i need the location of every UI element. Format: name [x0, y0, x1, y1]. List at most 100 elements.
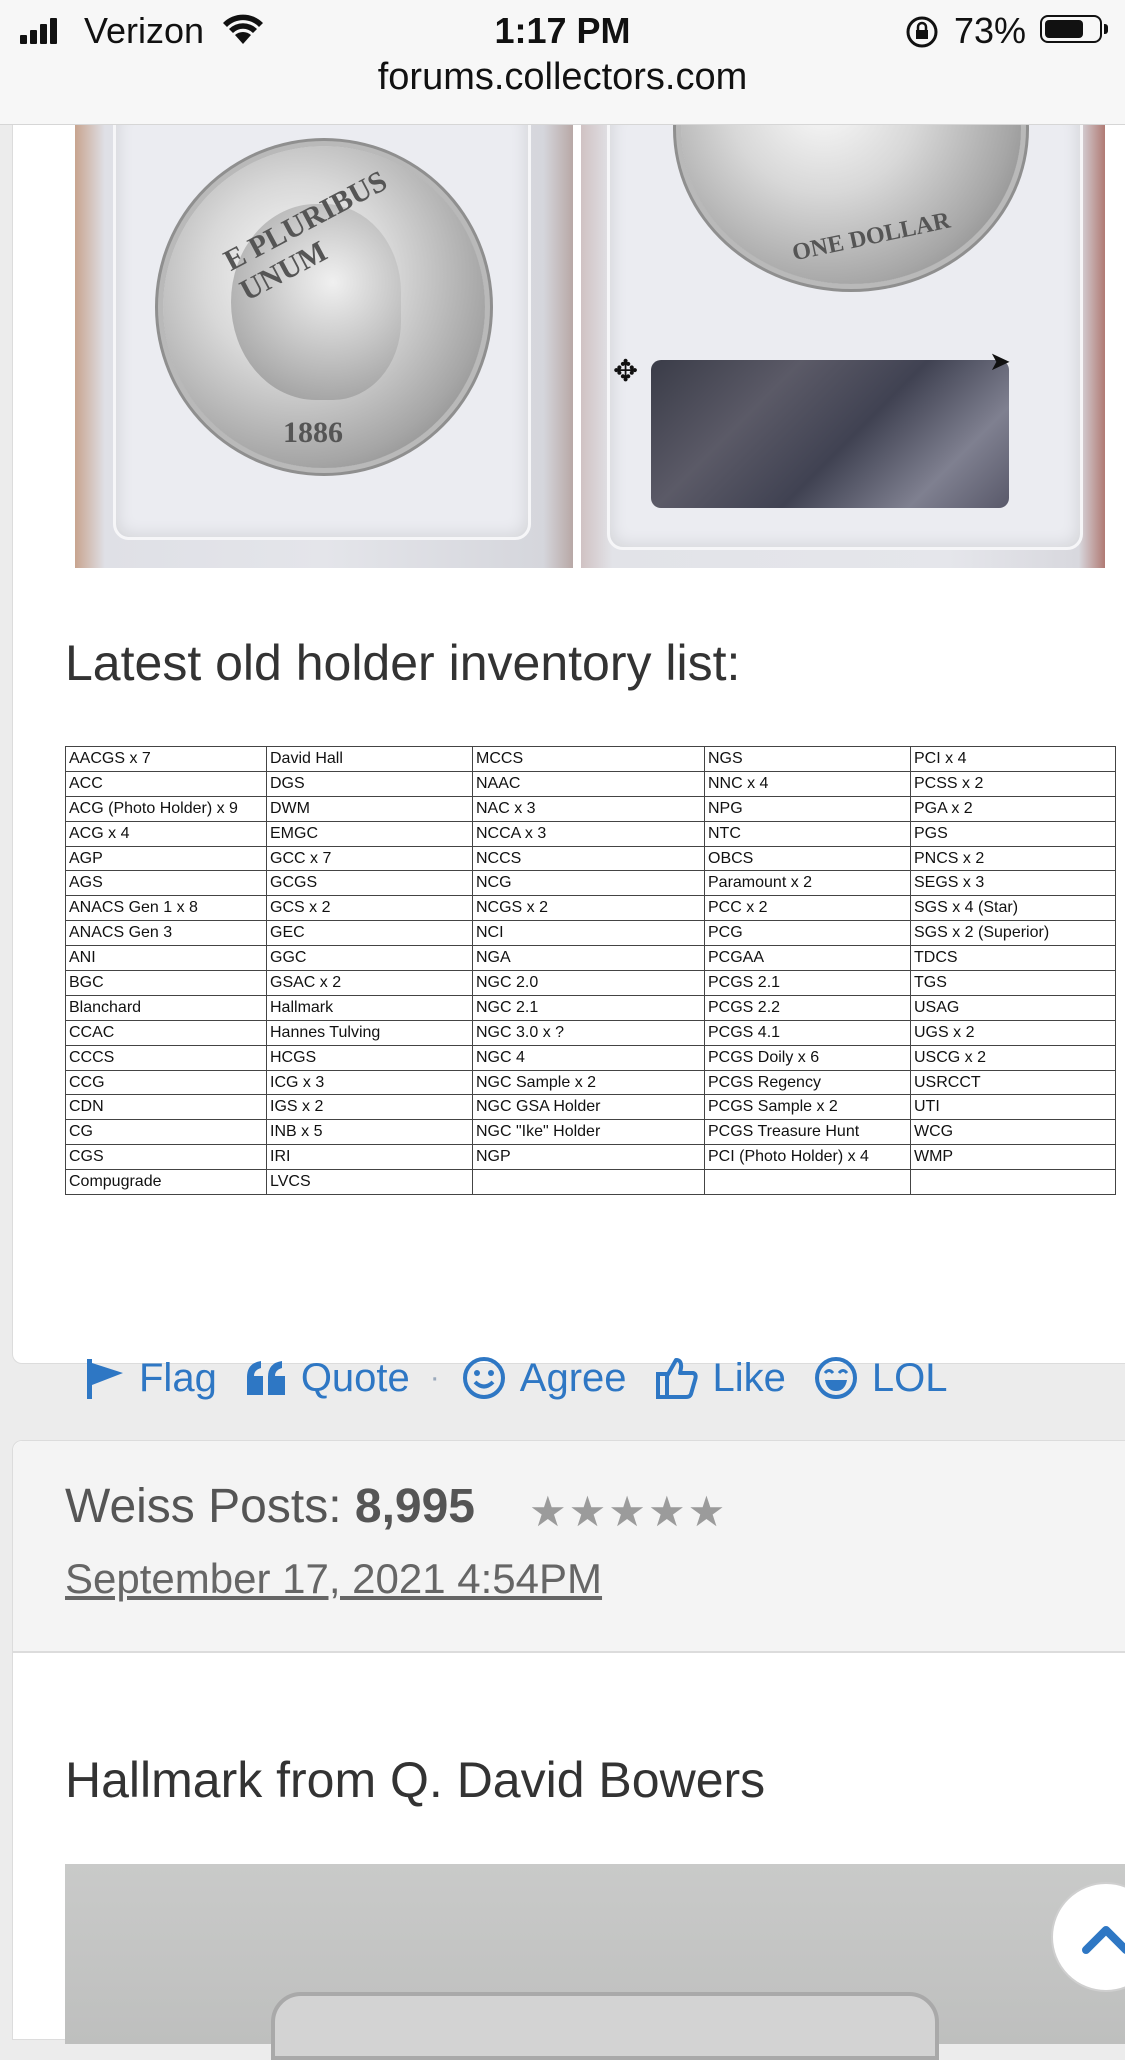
table-cell — [704, 1169, 911, 1196]
agree-label: Agree — [519, 1355, 627, 1400]
table-cell: NAAC — [472, 770, 705, 797]
table-cell: NCG — [472, 870, 705, 897]
chevron-up-icon — [1082, 1926, 1125, 1954]
table-cell: EMGC — [266, 820, 473, 847]
table-cell: ACG (Photo Holder) x 9 — [65, 795, 267, 822]
table-cell — [472, 1169, 705, 1196]
table-cell: USAG — [910, 994, 1116, 1021]
table-cell: HCGS — [266, 1044, 473, 1071]
table-row: Blanchard Hallmark NGC 2.1 PCGS 2.2 USAG — [65, 994, 1116, 1021]
table-cell: DGS — [266, 770, 473, 797]
table-cell: ACG x 4 — [65, 820, 267, 847]
table-cell: NGC 3.0 x ? — [472, 1019, 705, 1046]
thumbs-up-icon — [655, 1358, 698, 1399]
table-cell: PCGS 2.1 — [704, 970, 911, 996]
laughing-face-icon — [814, 1357, 857, 1399]
table-cell — [910, 1169, 1116, 1196]
table-cell: NTC — [704, 820, 911, 847]
table-cell: PCI x 4 — [910, 746, 1116, 772]
table-cell: Paramount x 2 — [704, 870, 911, 897]
table-row: CCAC Hannes Tulving NGC 3.0 x ? PCGS 4.1 UGS… — [65, 1019, 1116, 1046]
table-row: AGP GCC x 7 NCCS OBCS PNCS x 2 — [65, 845, 1116, 872]
table-cell: LVCS — [266, 1169, 473, 1196]
table-cell: GEC — [266, 920, 473, 947]
table-cell: PCGS Treasure Hunt — [704, 1119, 911, 1146]
table-cell: GCS x 2 — [266, 895, 473, 922]
table-cell: GGC — [266, 945, 473, 972]
table-cell: USRCCT — [910, 1069, 1116, 1096]
coin-photo-pair[interactable]: E PLURIBUS UNUM 1886 ONE DOLLAR ✥ ➤ — [75, 124, 1105, 568]
table-cell: CCAC — [65, 1019, 267, 1046]
table-cell: CCG — [65, 1069, 267, 1096]
table-cell: PCGAA — [704, 945, 911, 972]
quote-button[interactable]: Quote — [245, 1356, 410, 1401]
slab-label-hologram — [651, 360, 1009, 508]
battery-icon — [1040, 15, 1102, 43]
table-cell: NGC 2.0 — [472, 970, 705, 996]
agree-button[interactable]: Agree — [462, 1356, 627, 1401]
like-button[interactable]: Like — [655, 1356, 786, 1401]
table-cell: AACGS x 7 — [65, 746, 267, 772]
morgan-dollar-obverse: E PLURIBUS UNUM 1886 — [163, 146, 485, 468]
table-row: CG INB x 5 NGC "Ike" Holder PCGS Treasure H… — [65, 1119, 1116, 1146]
table-cell: USCG x 2 — [910, 1044, 1116, 1071]
table-row: ANI GGC NGA PCGAA TDCS — [65, 945, 1116, 972]
rank-stars: ★★★★★ — [529, 1488, 728, 1535]
posts-label: Posts: — [208, 1480, 342, 1533]
move-cursor-icon: ✥ — [613, 355, 639, 388]
table-cell: David Hall — [266, 746, 473, 772]
quote-icon — [246, 1361, 285, 1395]
flag-label: Flag — [139, 1355, 217, 1400]
table-cell: NGC 2.1 — [472, 994, 705, 1021]
post-card: E PLURIBUS UNUM 1886 ONE DOLLAR ✥ ➤ Late… — [12, 96, 1125, 1400]
table-row: ANACS Gen 3 GEC NCI PCG SGS x 2 (Superior) — [65, 920, 1116, 947]
flag-icon — [87, 1359, 123, 1399]
table-cell: INB x 5 — [266, 1119, 473, 1146]
author-name[interactable]: Weiss — [65, 1480, 195, 1533]
table-row: ACC DGS NAAC NNC x 4 PCSS x 2 — [65, 770, 1116, 797]
table-cell: UTI — [910, 1094, 1116, 1121]
battery-percentage: 73% — [954, 10, 1027, 51]
like-label: Like — [712, 1355, 786, 1400]
table-cell: NGA — [472, 945, 705, 972]
table-cell: NAC x 3 — [472, 795, 705, 822]
lol-button[interactable]: LOL — [814, 1356, 948, 1401]
table-cell: AGS — [65, 870, 267, 897]
table-cell: MCCS — [472, 746, 705, 772]
table-cell: ANI — [65, 945, 267, 972]
table-cell: PCG — [704, 920, 911, 947]
table-cell: NCCA x 3 — [472, 820, 705, 847]
table-cell: WCG — [910, 1119, 1116, 1146]
battery-level — [1045, 20, 1083, 38]
quote-label: Quote — [300, 1355, 410, 1400]
table-cell: PGS — [910, 820, 1116, 847]
pointer-cursor-icon: ➤ — [989, 346, 1011, 376]
table-cell: PGA x 2 — [910, 795, 1116, 822]
post-actions: Flag Quote · Agree Like LOL — [83, 1348, 976, 1408]
table-cell: NGC "Ike" Holder — [472, 1119, 705, 1146]
table-row: BGC GSAC x 2 NGC 2.0 PCGS 2.1 TGS — [65, 970, 1116, 996]
table-cell: ANACS Gen 1 x 8 — [65, 895, 267, 922]
table-cell: PNCS x 2 — [910, 845, 1116, 872]
flag-button[interactable]: Flag — [83, 1356, 217, 1401]
table-row: CDN IGS x 2 NGC GSA Holder PCGS Sample x 2U… — [65, 1094, 1116, 1121]
table-cell: NGP — [472, 1144, 705, 1171]
post-photo[interactable] — [65, 1864, 1125, 2060]
table-cell: NCGS x 2 — [472, 895, 705, 922]
post-author-line: Weiss Posts: 8,995 — [65, 1479, 475, 1534]
table-cell: NGC Sample x 2 — [472, 1069, 705, 1096]
browser-top-bar: Verizon 1:17 PM 73% forums.collectors.co… — [0, 0, 1125, 125]
table-cell: PCGS Regency — [704, 1069, 911, 1096]
orientation-lock-icon — [906, 16, 938, 48]
table-cell: ICG x 3 — [266, 1069, 473, 1096]
post-date-link[interactable]: September 17, 2021 4:54PM — [65, 1555, 602, 1603]
table-cell: WMP — [910, 1144, 1116, 1171]
table-cell: NNC x 4 — [704, 770, 911, 797]
table-cell: OBCS — [704, 845, 911, 872]
table-cell: ANACS Gen 3 — [65, 920, 267, 947]
post-card: Weiss Posts: 8,995 ★★★★★ September 17, 2… — [12, 1440, 1125, 2060]
address-bar-url[interactable]: forums.collectors.com — [0, 56, 1125, 99]
table-cell: NGS — [704, 746, 911, 772]
table-cell: PCI (Photo Holder) x 4 — [704, 1144, 911, 1171]
coin-reverse-photo: ONE DOLLAR ✥ ➤ — [581, 124, 1105, 568]
